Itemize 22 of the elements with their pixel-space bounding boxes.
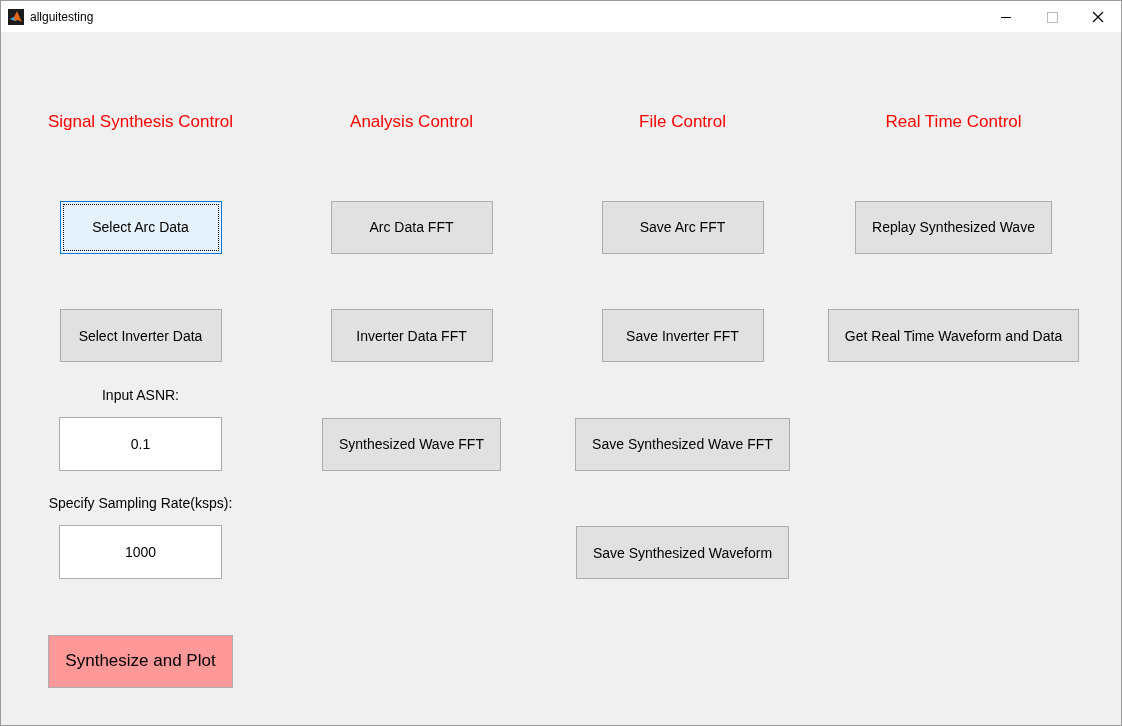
push-button[interactable]: Replay Synthesized Wave <box>855 200 1052 254</box>
section-heading: Analysis Control <box>350 112 473 132</box>
field-label: Input ASNR: <box>101 386 179 403</box>
push-button[interactable]: Select Inverter Data <box>59 309 222 362</box>
section-heading: Signal Synthesis Control <box>47 112 234 132</box>
push-button[interactable]: Save Arc FFT <box>601 200 764 254</box>
push-button[interactable]: Synthesized Wave FFT <box>322 417 501 471</box>
push-button[interactable]: Select Arc Data <box>59 200 222 254</box>
push-button[interactable]: Save Inverter FFT <box>601 309 764 362</box>
window-title: allguitesting <box>30 9 94 24</box>
app-logo-icon <box>8 8 24 25</box>
push-button[interactable]: Synthesize and Plot <box>48 634 233 688</box>
push-button[interactable]: Save Synthesized Waveform <box>575 526 790 579</box>
input-field[interactable]: 1000 <box>59 525 222 579</box>
push-button[interactable]: Save Synthesized Wave FFT <box>575 417 790 471</box>
push-button[interactable]: Arc Data FFT <box>330 200 493 254</box>
input-field[interactable]: 0.1 <box>59 416 222 471</box>
push-button[interactable]: Get Real Time Waveform and Data <box>827 309 1080 362</box>
section-heading: File Control <box>639 112 726 132</box>
push-button[interactable]: Inverter Data FFT <box>330 309 493 362</box>
section-heading: Real Time Control <box>885 112 1022 132</box>
field-label: Specify Sampling Rate(ksps): <box>48 495 233 511</box>
